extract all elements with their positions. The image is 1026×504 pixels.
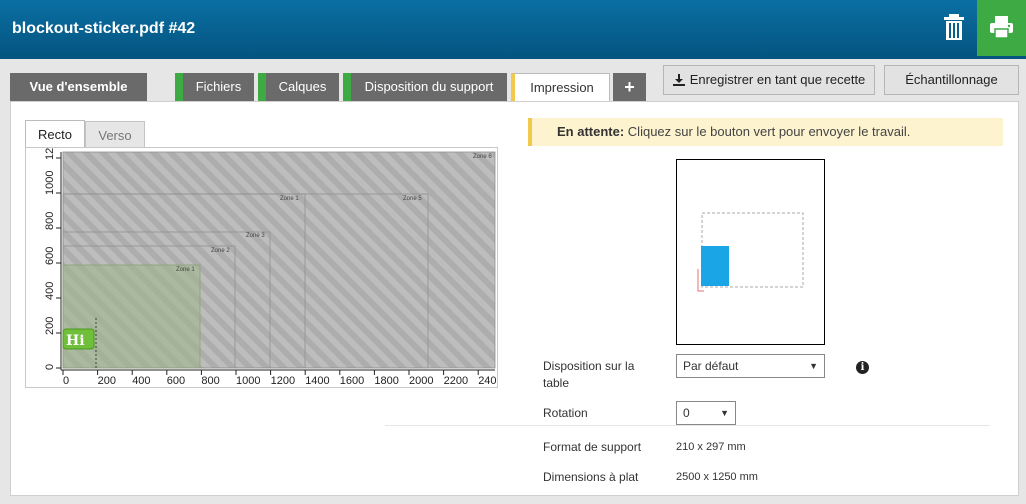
zone-label-3: Zone 3 [246,233,265,239]
zone-label-5: Zone 5 [403,196,422,202]
rotation-select-value: 0 [683,406,690,420]
x-tick-label: 1400 [305,375,329,387]
placed-item [701,246,729,286]
x-tick-label: 2000 [409,375,433,387]
y-tick-label: 600 [44,247,56,265]
format-value: 210 x 297 mm [676,441,746,453]
status-notice: En attente: Cliquez sur le bouton vert p… [528,118,1003,146]
y-tick-label: 200 [44,317,56,335]
status-message: Cliquez sur le bouton vert pour envoyer … [627,124,911,139]
save-recipe-label: Enregistrer en tant que recette [689,72,866,87]
rotation-select[interactable]: 0 ▼ [676,401,736,425]
x-tick-label: 200 [98,375,116,387]
print-button[interactable] [977,0,1026,56]
divider [385,425,990,426]
layout-select[interactable]: Par défaut ▼ [676,354,825,378]
y-tick-label: 0 [44,364,56,370]
sheet-preview [676,159,825,345]
media-preview: Zone 6 Zone 1 Zone 5 Zone 3 Zone 2 Zone … [25,147,498,388]
app-header: blockout-sticker.pdf #42 [0,0,1026,59]
x-tick-label: 1200 [271,375,295,387]
printer-icon [990,16,1013,39]
y-tick-label: 400 [44,282,56,300]
flat-dimensions-label: Dimensions à plat [543,470,639,484]
y-tick-label: 1000 [44,171,56,195]
tab-recto[interactable]: Recto [25,120,85,148]
zone-label-6: Zone 6 [473,154,492,160]
y-tick-label: 1200 [44,148,56,160]
download-icon [672,74,685,86]
tab-files[interactable]: Fichiers [175,73,254,101]
x-tick-label: 240 [478,375,496,387]
layout-label: Disposition sur la table [543,359,635,390]
tab-print[interactable]: Impression [511,73,610,102]
sampling-button[interactable]: Échantillonnage [884,65,1019,95]
document-title: blockout-sticker.pdf #42 [12,20,196,37]
sticker-text: Hi [66,333,85,349]
rotation-label: Rotation [543,406,588,420]
tab-layers[interactable]: Calques [258,73,339,101]
status-label: En attente: [557,124,625,139]
x-tick-label: 2200 [444,375,468,387]
save-recipe-button[interactable]: Enregistrer en tant que recette [663,65,875,95]
tab-media-layout[interactable]: Disposition du support [343,73,507,101]
zone-label-4: Zone 1 [280,196,299,202]
format-label: Format de support [543,440,642,454]
x-tick-label: 400 [132,375,150,387]
x-tick-label: 1800 [374,375,398,387]
x-tick-label: 800 [201,375,219,387]
layout-select-value: Par défaut [683,359,739,373]
x-tick-label: 0 [63,375,69,387]
zone-label-2: Zone 2 [211,248,230,254]
zone-label-1: Zone 1 [176,267,195,273]
x-tick-label: 1600 [340,375,364,387]
add-tab-button[interactable]: + [613,73,646,101]
y-tick-label: 800 [44,212,56,230]
flat-dimensions-value: 2500 x 1250 mm [676,471,758,483]
info-icon[interactable]: i [856,361,869,374]
tab-verso[interactable]: Verso [85,121,145,149]
trash-icon[interactable] [942,13,966,41]
tab-overview[interactable]: Vue d'ensemble [10,73,147,101]
zone-1-area [62,264,201,369]
x-tick-label: 600 [167,375,185,387]
chevron-down-icon: ▼ [720,408,729,418]
chevron-down-icon: ▼ [809,361,818,371]
x-tick-label: 1000 [236,375,260,387]
